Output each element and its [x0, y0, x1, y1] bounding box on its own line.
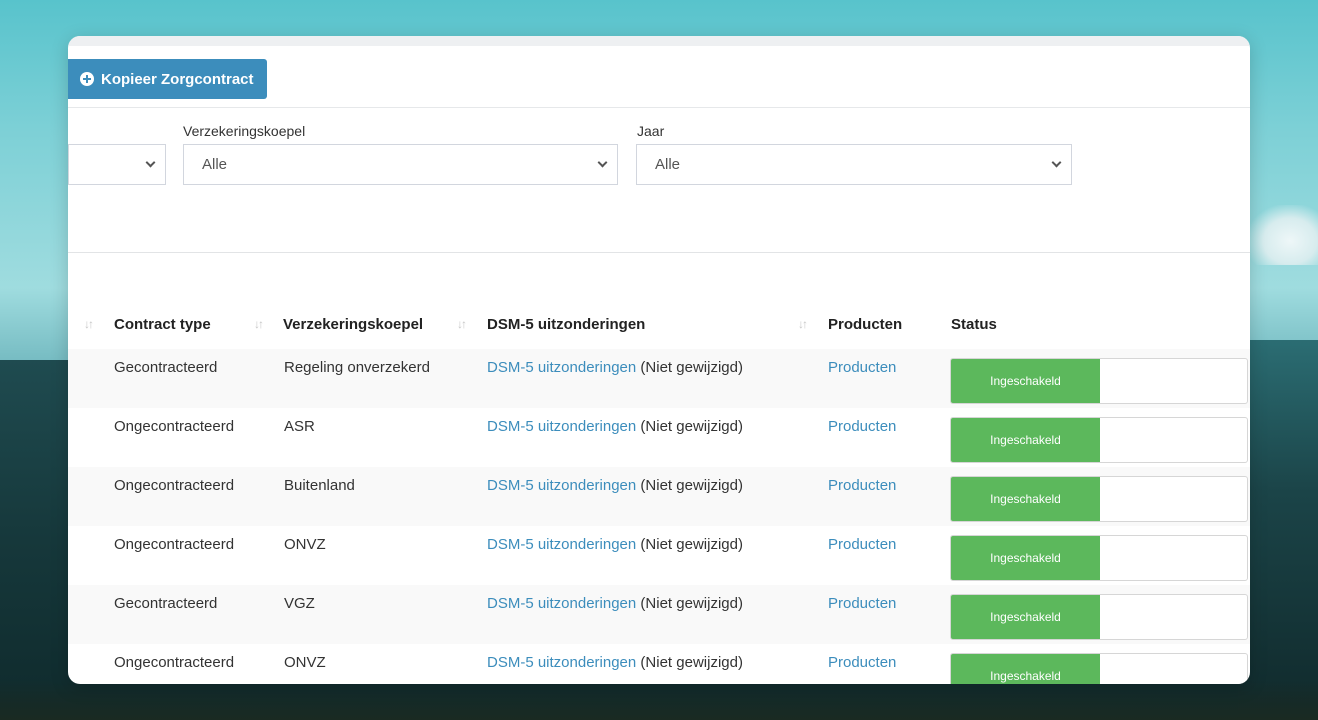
contract-type-cell: Ongecontracteerd	[114, 654, 235, 671]
dsm5-note: (Niet gewijzigd)	[640, 418, 743, 435]
contract-type-cell: Ongecontracteerd	[114, 536, 235, 553]
sort-icon[interactable]: ↓↑	[798, 317, 808, 331]
table-row: Ongecontracteerd Buitenland DSM-5 uitzon…	[68, 467, 1250, 526]
header-contract-type[interactable]: Contract type	[114, 316, 211, 333]
dsm5-note: (Niet gewijzigd)	[640, 654, 743, 671]
status-toggle[interactable]: Ingeschakeld	[950, 594, 1248, 640]
background-cloud	[1248, 205, 1318, 265]
sort-icon[interactable]: ↓↑	[457, 317, 467, 331]
background-mountain-right	[1238, 340, 1318, 720]
dsm5-note: (Niet gewijzigd)	[640, 536, 743, 553]
app-window: Kopieer Zorgcontract Verzekeringskoepel …	[68, 36, 1250, 684]
table-header: ↓↑ Contract type ↓↑ Verzekeringskoepel ↓…	[68, 316, 1250, 346]
status-toggle[interactable]: Ingeschakeld	[950, 417, 1248, 463]
status-toggle[interactable]: Ingeschakeld	[950, 476, 1248, 522]
dsm5-link[interactable]: DSM-5 uitzonderingen	[487, 654, 636, 671]
table-row: Gecontracteerd Regeling onverzekerd DSM-…	[68, 349, 1250, 408]
table-row: Ongecontracteerd ONVZ DSM-5 uitzondering…	[68, 644, 1250, 684]
chevron-down-icon	[1051, 157, 1062, 168]
producten-link[interactable]: Producten	[828, 477, 896, 494]
dsm5-link[interactable]: DSM-5 uitzonderingen	[487, 536, 636, 553]
producten-link[interactable]: Producten	[828, 418, 896, 435]
koepel-cell: ASR	[284, 418, 315, 435]
sort-icon[interactable]: ↓↑	[254, 317, 264, 331]
verzekeringskoepel-value: Alle	[202, 156, 228, 173]
status-toggle-on: Ingeschakeld	[951, 477, 1100, 521]
sort-icon[interactable]: ↓↑	[84, 317, 94, 331]
table-row: Ongecontracteerd ASR DSM-5 uitzonderinge…	[68, 408, 1250, 467]
dsm5-cell: DSM-5 uitzonderingen (Niet gewijzigd)	[487, 654, 743, 671]
jaar-select[interactable]: Alle	[636, 144, 1072, 185]
copy-contract-button[interactable]: Kopieer Zorgcontract	[68, 59, 267, 99]
status-toggle-on: Ingeschakeld	[951, 359, 1100, 403]
producten-link[interactable]: Producten	[828, 359, 896, 376]
header-verzekeringskoepel[interactable]: Verzekeringskoepel	[283, 316, 423, 333]
dsm5-note: (Niet gewijzigd)	[640, 359, 743, 376]
verzekeringskoepel-select[interactable]: Alle	[183, 144, 618, 185]
background-ground	[0, 680, 1318, 720]
dsm5-link[interactable]: DSM-5 uitzonderingen	[487, 418, 636, 435]
dsm5-link[interactable]: DSM-5 uitzonderingen	[487, 595, 636, 612]
dsm5-note: (Niet gewijzigd)	[640, 477, 743, 494]
dsm5-cell: DSM-5 uitzonderingen (Niet gewijzigd)	[487, 359, 743, 376]
dsm5-cell: DSM-5 uitzonderingen (Niet gewijzigd)	[487, 536, 743, 553]
chevron-down-icon	[145, 157, 156, 168]
header-producten: Producten	[828, 316, 903, 333]
copy-contract-label: Kopieer Zorgcontract	[101, 70, 254, 88]
table-row: Ongecontracteerd ONVZ DSM-5 uitzondering…	[68, 526, 1250, 585]
status-toggle[interactable]: Ingeschakeld	[950, 535, 1248, 581]
contract-type-cell: Gecontracteerd	[114, 359, 218, 376]
jaar-value: Alle	[655, 156, 681, 173]
status-toggle-on: Ingeschakeld	[951, 595, 1100, 639]
contract-type-cell: Ongecontracteerd	[114, 418, 235, 435]
dsm5-link[interactable]: DSM-5 uitzonderingen	[487, 477, 636, 494]
plus-circle-icon	[80, 72, 94, 86]
toolbar: Kopieer Zorgcontract	[68, 36, 1250, 108]
koepel-cell: Buitenland	[284, 477, 355, 494]
producten-link[interactable]: Producten	[828, 536, 896, 553]
producten-link[interactable]: Producten	[828, 654, 896, 671]
koepel-cell: Regeling onverzekerd	[284, 359, 430, 376]
koepel-cell: ONVZ	[284, 654, 326, 671]
status-toggle-on: Ingeschakeld	[951, 654, 1100, 684]
status-toggle[interactable]: Ingeschakeld	[950, 653, 1248, 684]
koepel-cell: ONVZ	[284, 536, 326, 553]
contract-type-cell: Ongecontracteerd	[114, 477, 235, 494]
dsm5-cell: DSM-5 uitzonderingen (Niet gewijzigd)	[487, 418, 743, 435]
filter-panel: Verzekeringskoepel Alle Jaar Alle	[68, 108, 1250, 253]
dsm5-cell: DSM-5 uitzonderingen (Niet gewijzigd)	[487, 477, 743, 494]
table-row: Gecontracteerd VGZ DSM-5 uitzonderingen …	[68, 585, 1250, 644]
dsm5-cell: DSM-5 uitzonderingen (Niet gewijzigd)	[487, 595, 743, 612]
koepel-cell: VGZ	[284, 595, 315, 612]
dsm5-link[interactable]: DSM-5 uitzonderingen	[487, 359, 636, 376]
status-toggle-on: Ingeschakeld	[951, 536, 1100, 580]
producten-link[interactable]: Producten	[828, 595, 896, 612]
status-toggle[interactable]: Ingeschakeld	[950, 358, 1248, 404]
filter-select-partial[interactable]	[68, 144, 166, 185]
filter-label-verzekeringskoepel: Verzekeringskoepel	[183, 123, 306, 139]
dsm5-note: (Niet gewijzigd)	[640, 595, 743, 612]
contract-type-cell: Gecontracteerd	[114, 595, 218, 612]
header-status: Status	[951, 316, 997, 333]
status-toggle-on: Ingeschakeld	[951, 418, 1100, 462]
chevron-down-icon	[597, 157, 608, 168]
filter-label-jaar: Jaar	[637, 123, 665, 139]
header-dsm5[interactable]: DSM-5 uitzonderingen	[487, 316, 645, 333]
